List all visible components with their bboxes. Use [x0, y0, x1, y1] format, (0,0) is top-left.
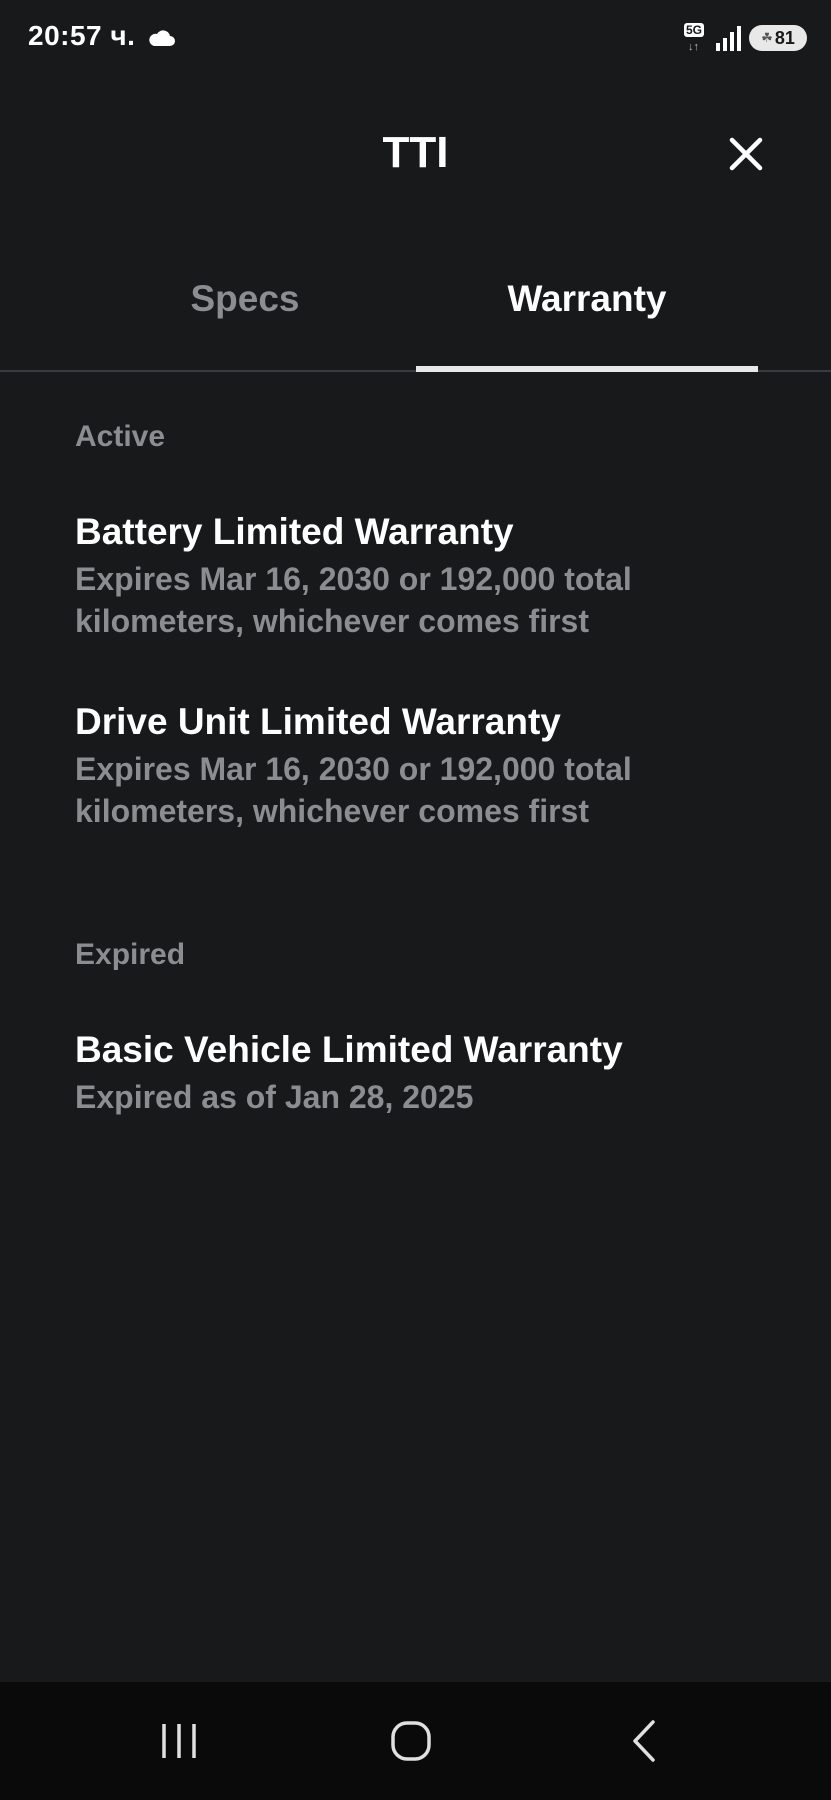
close-icon[interactable] [726, 134, 766, 174]
recents-icon[interactable] [150, 1716, 210, 1766]
battery-level: 81 [774, 27, 795, 48]
tab-warranty[interactable]: Warranty [416, 278, 758, 320]
active-tab-indicator [416, 366, 758, 372]
tab-specs[interactable]: Specs [74, 278, 416, 320]
section-active: Active Battery Limited Warranty Expires … [75, 420, 791, 832]
battery-saver-icon: ☘ [761, 30, 773, 45]
status-icons: 5G ↓↑ ☘ 81 [684, 22, 807, 54]
warranty-item-battery: Battery Limited Warranty Expires Mar 16,… [75, 510, 791, 642]
warranty-title: Basic Vehicle Limited Warranty [75, 1029, 623, 1070]
network-label: 5G [684, 23, 705, 37]
network-arrows: ↓↑ [688, 41, 699, 53]
status-time: 20:57 ч. [28, 20, 136, 51]
section-label-active: Active [75, 420, 166, 453]
warranty-description: Expired as of Jan 28, 2025 [75, 1079, 474, 1115]
section-label-expired: Expired [75, 938, 186, 971]
status-bar: 20:57 ч. 5G ↓↑ ☘ 81 [0, 0, 831, 80]
back-icon[interactable] [615, 1716, 675, 1766]
network-badge: 5G ↓↑ [684, 23, 708, 53]
warranty-item-drive-unit: Drive Unit Limited Warranty Expires Mar … [75, 700, 791, 832]
screen: 20:57 ч. 5G ↓↑ ☘ 81 TTI Specs Warranty A… [0, 0, 831, 1800]
warranty-title: Battery Limited Warranty [75, 511, 514, 552]
page-title: TTI [382, 128, 449, 177]
warranty-description: Expires Mar 16, 2030 or 192,000 total ki… [75, 751, 632, 829]
warranty-item-basic-vehicle: Basic Vehicle Limited Warranty Expired a… [75, 1028, 791, 1118]
tab-bar: Specs Warranty [0, 260, 831, 372]
warranty-title: Drive Unit Limited Warranty [75, 701, 561, 742]
warranty-description: Expires Mar 16, 2030 or 192,000 total ki… [75, 561, 632, 639]
home-icon[interactable] [381, 1716, 441, 1766]
cloud-icon [149, 30, 175, 46]
section-expired: Expired Basic Vehicle Limited Warranty E… [75, 938, 791, 1118]
system-nav-bar [0, 1682, 831, 1800]
warranty-list: Active Battery Limited Warranty Expires … [75, 420, 791, 1118]
battery-indicator: ☘ 81 [749, 25, 807, 51]
signal-icon [716, 25, 741, 51]
